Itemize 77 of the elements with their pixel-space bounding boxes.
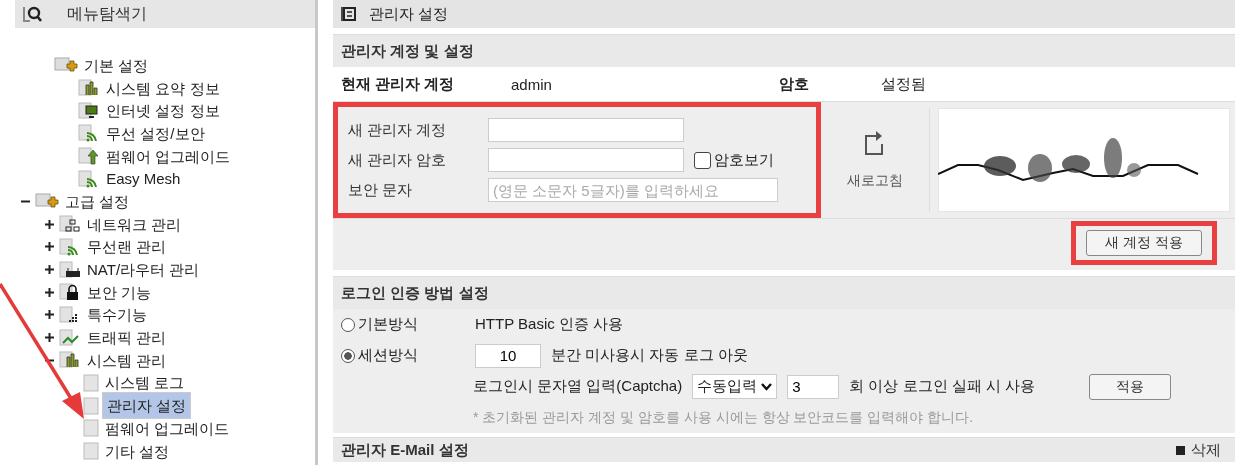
input-field[interactable]: (영문 소문자 5글자)를 입력하세요 xyxy=(488,178,778,202)
mode-dropdown[interactable]: 수동입력 xyxy=(692,374,778,399)
input-field[interactable] xyxy=(488,118,684,142)
expand-icon[interactable] xyxy=(44,333,54,343)
tree-item[interactable]: 관리자 설정 xyxy=(102,392,192,420)
tree-item[interactable]: 시스템 요약 정보 xyxy=(103,77,226,99)
input-field[interactable] xyxy=(488,148,684,172)
checkbox-label[interactable]: 암호보기 xyxy=(714,150,774,170)
tree-item[interactable]: 네트워크 관리 xyxy=(84,213,188,235)
radio-button[interactable] xyxy=(341,348,355,363)
line-chart-icon xyxy=(59,328,81,347)
apply-button[interactable]: 적용 xyxy=(1089,373,1172,400)
expand-icon[interactable] xyxy=(44,310,54,320)
lock-icon xyxy=(59,283,81,302)
expand-icon[interactable] xyxy=(44,287,54,297)
wifi-icon xyxy=(59,237,81,256)
section-title: 관리자 E-Mail 설정 xyxy=(341,440,469,460)
tree-item[interactable]: NAT/라우터 관리 xyxy=(84,259,206,281)
timeout-field[interactable]: 10 xyxy=(475,343,541,368)
expand-icon[interactable] xyxy=(44,219,54,229)
expand-icon[interactable] xyxy=(44,242,54,252)
radio-label[interactable]: 기본방식 xyxy=(358,315,418,334)
tree-item[interactable]: 인터넷 설정 정보 xyxy=(103,100,226,122)
section-title: 관리자 계정 및 설정 xyxy=(341,41,474,61)
chevron-icon xyxy=(761,382,773,391)
tree-item[interactable]: Easy Mesh xyxy=(103,168,187,190)
search-icon xyxy=(23,5,43,23)
field-suffix: 회 이상 로그인 실패 시 사용 xyxy=(849,377,1036,396)
tree-item[interactable]: 무선랜 관리 xyxy=(84,236,173,258)
section-title: 로그인 인증 방법 설정 xyxy=(341,283,489,303)
document-icon xyxy=(341,6,357,22)
apply-account-button[interactable]: 새 계정 적용 xyxy=(1086,230,1202,256)
field-label: 현재 관리자 계정 xyxy=(341,74,456,94)
sidebar-title: 메뉴탐색기 xyxy=(67,3,147,24)
tree-item[interactable]: 기타 설정 xyxy=(102,440,176,462)
upload-icon xyxy=(78,147,101,166)
tree-item[interactable]: 기본 설정 xyxy=(81,54,155,76)
expand-icon[interactable] xyxy=(44,265,54,275)
tree-item[interactable]: 시스템 관리 xyxy=(84,349,173,371)
tree-item[interactable]: 특수기능 xyxy=(84,304,153,326)
page-icon xyxy=(83,396,99,415)
count-field[interactable]: 3 xyxy=(787,374,840,399)
folder-plus-icon xyxy=(35,192,59,211)
field-value: admin xyxy=(511,75,553,93)
tree-item[interactable]: 펌웨어 업그레이드 xyxy=(102,417,236,439)
network-icon xyxy=(59,215,81,234)
refresh-label[interactable]: 새로고침 xyxy=(847,172,903,190)
bar-chart-icon xyxy=(59,351,81,370)
tree-item[interactable]: 무선 설정/보안 xyxy=(103,122,211,144)
checkbox[interactable] xyxy=(694,151,711,169)
note-text: * 초기화된 관리자 계정 및 암호를 사용 시에는 항상 보안코드를 입력해야 합니다. xyxy=(472,407,975,427)
page-icon xyxy=(83,373,99,392)
field-label: 암호 xyxy=(779,74,810,94)
monitor-icon xyxy=(78,101,101,120)
refresh-icon[interactable] xyxy=(864,130,886,156)
option-description: HTTP Basic 인증 사용 xyxy=(475,315,624,334)
radio-button[interactable] xyxy=(341,317,355,332)
bar-chart-icon xyxy=(78,79,101,98)
field-label: 보안 문자 xyxy=(348,180,414,200)
tree-item[interactable]: 시스템 로그 xyxy=(102,372,191,394)
delete-link[interactable]: 삭제 xyxy=(1191,440,1221,460)
tree-item[interactable]: 보안 기능 xyxy=(84,281,158,303)
field-label: 로그인시 문자열 입력(Captcha) xyxy=(473,377,683,396)
tree-item[interactable]: 트래픽 관리 xyxy=(84,327,173,349)
folder-plus-icon xyxy=(54,56,79,75)
router-icon xyxy=(59,260,81,279)
field-label: 새 관리자 암호 xyxy=(348,150,448,170)
field-suffix: 분간 미사용시 자동 로그 아웃 xyxy=(551,346,748,365)
field-label: 새 관리자 계정 xyxy=(348,120,448,140)
page-icon xyxy=(83,442,99,461)
tree-item[interactable]: 고급 설정 xyxy=(62,190,136,212)
radio-label[interactable]: 세션방식 xyxy=(358,346,418,365)
page-icon xyxy=(83,419,99,438)
tree-item[interactable]: 펌웨어 업그레이드 xyxy=(103,145,237,167)
square-icon xyxy=(1176,445,1185,455)
field-value: 설정됨 xyxy=(881,74,926,94)
page-title: 관리자 설정 xyxy=(369,4,449,24)
